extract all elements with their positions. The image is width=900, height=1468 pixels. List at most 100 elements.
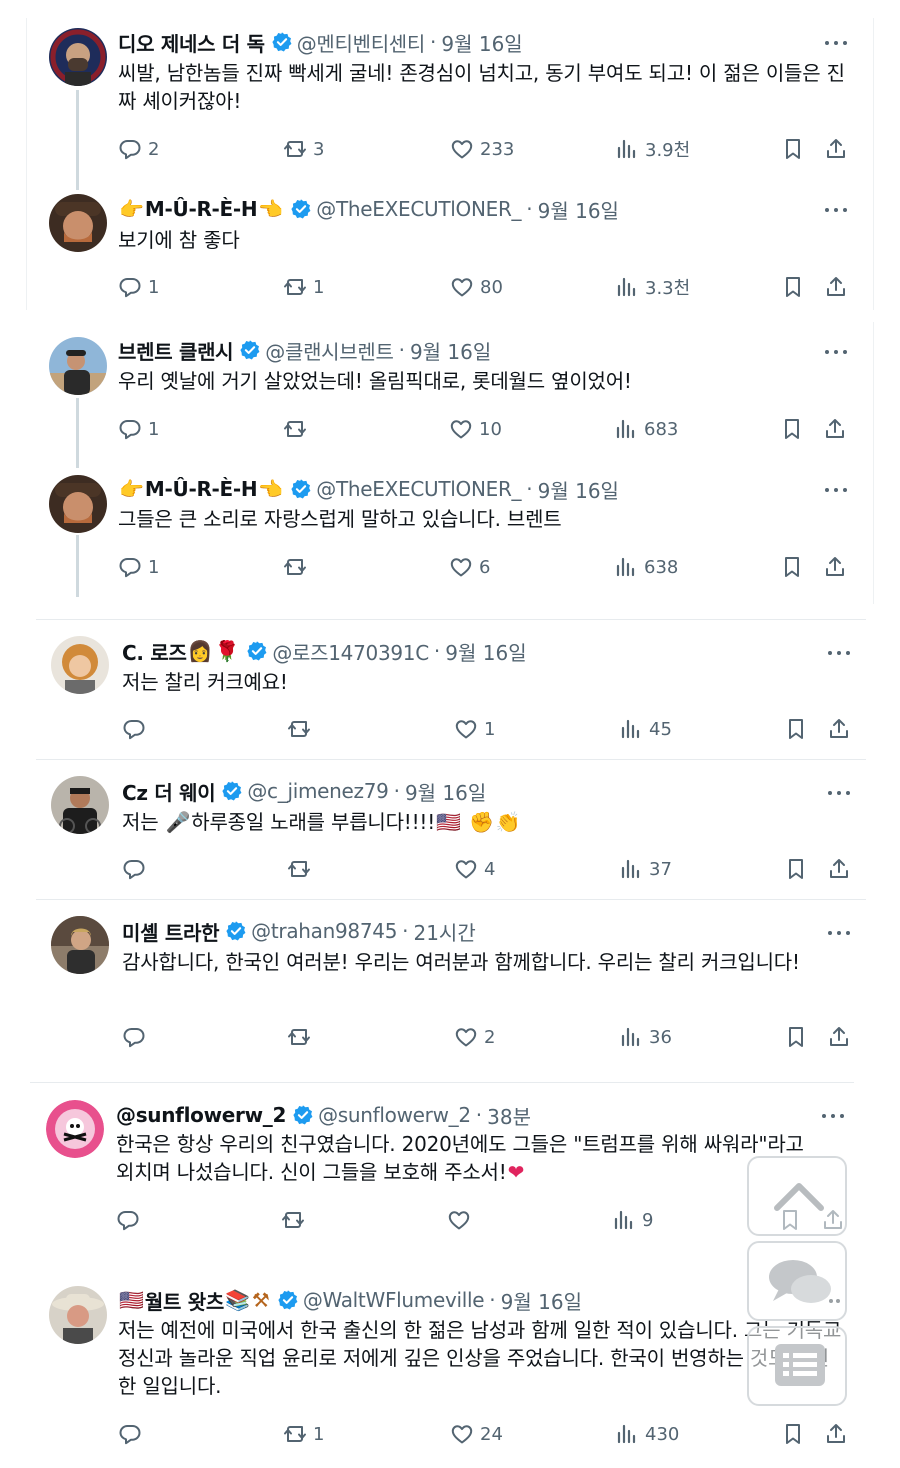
avatar[interactable]: [51, 916, 109, 974]
reply-button[interactable]: [116, 1207, 140, 1233]
share-button[interactable]: [824, 136, 848, 162]
avatar[interactable]: [51, 776, 109, 834]
repost-button[interactable]: [287, 1024, 311, 1050]
user-handle[interactable]: @멘티벤티센티: [297, 28, 426, 57]
bookmark-button[interactable]: [784, 716, 808, 742]
share-button[interactable]: [824, 274, 848, 300]
user-handle[interactable]: @c_jimenez79: [247, 779, 389, 803]
display-name[interactable]: 미셸 트라한: [122, 917, 219, 946]
repost-button[interactable]: 1: [283, 1421, 324, 1447]
bookmark-button[interactable]: [781, 274, 805, 300]
display-name[interactable]: 브렌트 클랜시: [118, 336, 234, 365]
like-button[interactable]: 1: [454, 716, 495, 742]
display-name[interactable]: M-Û-R-È-H: [145, 197, 258, 221]
chat-button[interactable]: [747, 1241, 847, 1321]
share-button[interactable]: [827, 716, 851, 742]
views-button[interactable]: 45: [619, 716, 672, 742]
repost-button[interactable]: 3: [283, 136, 324, 162]
more-icon[interactable]: [825, 347, 851, 357]
bookmark-button[interactable]: [784, 1024, 808, 1050]
views-button[interactable]: 36: [619, 1024, 672, 1050]
list-button[interactable]: [747, 1326, 847, 1406]
views-button[interactable]: 3.9천: [615, 136, 690, 162]
timestamp[interactable]: 9월 16일: [538, 195, 619, 224]
reply-button[interactable]: [122, 716, 146, 742]
user-handle[interactable]: @TheEXECUTlONER_: [316, 197, 521, 221]
timestamp[interactable]: 38분: [487, 1101, 531, 1130]
repost-button[interactable]: [283, 554, 307, 580]
views-button[interactable]: 37: [619, 856, 672, 882]
reply-button[interactable]: [122, 856, 146, 882]
display-name[interactable]: 디오 제네스 더 독: [118, 28, 265, 57]
avatar[interactable]: [49, 28, 107, 86]
repost-button[interactable]: [281, 1207, 305, 1233]
like-button[interactable]: 80: [450, 274, 503, 300]
views-button[interactable]: 638: [614, 554, 678, 580]
user-handle[interactable]: @trahan98745: [251, 919, 397, 943]
like-button[interactable]: 24: [450, 1421, 503, 1447]
user-handle[interactable]: @로즈1470391C: [272, 637, 429, 666]
timestamp[interactable]: 9월 16일: [538, 475, 619, 504]
display-name[interactable]: C. 로즈: [122, 637, 187, 666]
bookmark-button[interactable]: [780, 554, 804, 580]
bookmark-button[interactable]: [784, 856, 808, 882]
timestamp[interactable]: 9월 16일: [410, 336, 491, 365]
verified-icon: [290, 478, 312, 500]
bookmark-button[interactable]: [781, 1421, 805, 1447]
timestamp[interactable]: 9월 16일: [501, 1286, 582, 1315]
like-button[interactable]: 4: [454, 856, 495, 882]
repost-button[interactable]: [283, 416, 307, 442]
share-button[interactable]: [824, 1421, 848, 1447]
reply-button[interactable]: 2: [118, 136, 159, 162]
more-icon[interactable]: [825, 485, 851, 495]
display-name[interactable]: Cz 더 웨이: [122, 777, 216, 806]
repost-button[interactable]: 1: [283, 274, 324, 300]
like-button[interactable]: 6: [449, 554, 490, 580]
repost-button[interactable]: [287, 856, 311, 882]
share-button[interactable]: [827, 1024, 851, 1050]
share-button[interactable]: [827, 856, 851, 882]
more-icon[interactable]: [822, 1111, 848, 1121]
reply-button[interactable]: 1: [118, 554, 159, 580]
share-button[interactable]: [823, 554, 847, 580]
display-name[interactable]: 월트 왓츠: [145, 1286, 224, 1315]
more-icon[interactable]: [828, 788, 854, 798]
avatar[interactable]: [46, 1100, 104, 1158]
views-button[interactable]: 430: [615, 1421, 679, 1447]
views-button[interactable]: 3.3천: [615, 274, 690, 300]
reply-button[interactable]: 1: [118, 274, 159, 300]
like-button[interactable]: 2: [454, 1024, 495, 1050]
timestamp[interactable]: 9월 16일: [445, 637, 526, 666]
avatar[interactable]: [51, 636, 109, 694]
views-button[interactable]: 683: [614, 416, 678, 442]
timestamp[interactable]: 9월 16일: [441, 28, 522, 57]
display-name[interactable]: @sunflowerw_2: [116, 1103, 286, 1127]
avatar[interactable]: [49, 337, 107, 395]
user-handle[interactable]: @WaltWFlumeville: [303, 1288, 485, 1312]
avatar[interactable]: [49, 194, 107, 252]
more-icon[interactable]: [828, 648, 854, 658]
like-button[interactable]: [447, 1207, 471, 1233]
share-button[interactable]: [823, 416, 847, 442]
display-name[interactable]: M-Û-R-È-H: [145, 477, 258, 501]
avatar[interactable]: [49, 475, 107, 533]
repost-button[interactable]: [287, 716, 311, 742]
bookmark-button[interactable]: [781, 136, 805, 162]
scroll-top-button[interactable]: [747, 1156, 847, 1236]
more-icon[interactable]: [828, 928, 854, 938]
timestamp[interactable]: 21시간: [413, 917, 475, 946]
user-handle[interactable]: @sunflowerw_2: [318, 1103, 471, 1127]
user-handle[interactable]: @TheEXECUTlONER_: [316, 477, 521, 501]
reply-button[interactable]: [118, 1421, 142, 1447]
reply-button[interactable]: 1: [118, 416, 159, 442]
timestamp[interactable]: 9월 16일: [405, 777, 486, 806]
more-icon[interactable]: [825, 205, 851, 215]
avatar[interactable]: [49, 1286, 107, 1344]
bookmark-button[interactable]: [780, 416, 804, 442]
more-icon[interactable]: [825, 38, 851, 48]
like-button[interactable]: 233: [450, 136, 514, 162]
user-handle[interactable]: @클랜시브렌트: [265, 336, 394, 365]
views-button[interactable]: 9: [612, 1207, 653, 1233]
like-button[interactable]: 10: [449, 416, 502, 442]
reply-button[interactable]: [122, 1024, 146, 1050]
